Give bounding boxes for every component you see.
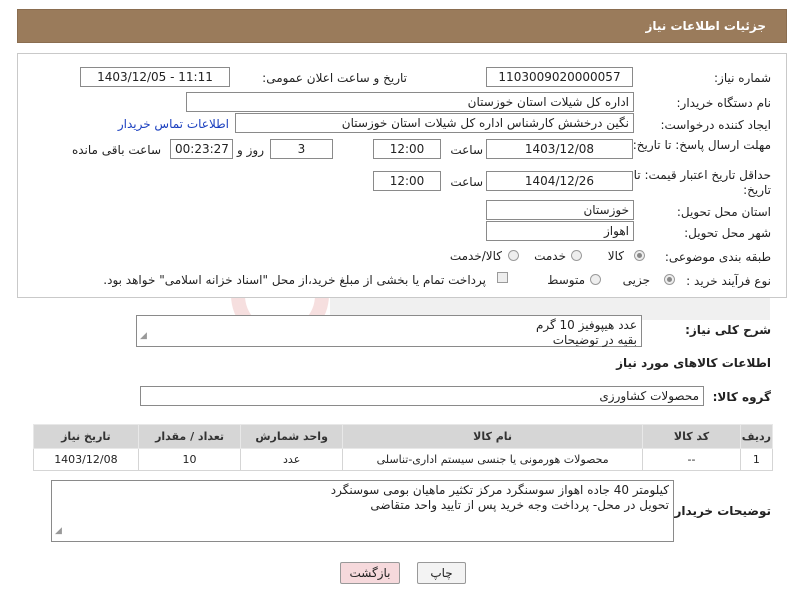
buyer-org-field: اداره کل شیلات استان خوزستان	[186, 92, 634, 112]
province-label: استان محل تحویل:	[676, 205, 771, 219]
days-label: روز و	[237, 143, 264, 157]
validity-date-field: 1404/12/26	[486, 171, 633, 191]
validity-hour-label: ساعت	[450, 175, 483, 189]
cell-row-number: 1	[739, 448, 774, 471]
city-label: شهر محل تحویل:	[684, 226, 771, 240]
cell-need-date: 1403/12/08	[33, 448, 139, 471]
print-button[interactable]: چاپ	[417, 562, 466, 584]
goods-section-title: اطلاعات کالاهای مورد نیاز	[616, 356, 771, 370]
announce-field: 1403/12/05 - 11:11	[80, 67, 230, 87]
creator-field: نگین درخشش کارشناس اداره کل شیلات استان …	[235, 113, 634, 133]
category-radio-service[interactable]	[571, 250, 582, 261]
process-radio-minor[interactable]	[664, 274, 675, 285]
resize-grip-icon[interactable]: ◢	[140, 329, 147, 344]
process-option-medium: متوسط	[547, 273, 585, 287]
province-field: خوزستان	[486, 200, 634, 220]
payment-note: پرداخت تمام یا بخشی از مبلغ خرید،از محل …	[103, 273, 486, 287]
remaining-label: ساعت باقی مانده	[71, 143, 161, 157]
page-header: جزئیات اطلاعات نیاز	[17, 9, 787, 43]
process-label: نوع فرآیند خرید :	[686, 274, 771, 288]
cell-item-code: --	[642, 448, 741, 471]
reply-date-field: 1403/12/08	[486, 139, 633, 159]
items-table: ردیف کد کالا نام کالا واحد شمارش تعداد /…	[33, 424, 774, 471]
reply-deadline-label: مهلت ارسال پاسخ: تا تاریخ:	[632, 138, 771, 152]
description-textarea[interactable]: عدد هیپوفیز 10 گرم بقیه در توضیحات ◢	[136, 315, 642, 347]
table-row[interactable]: 1 -- محصولات هورمونی یا جنسی سیستم اداری…	[33, 448, 774, 471]
validity-label: حداقل تاریخ اعتبار قیمت: تا تاریخ:	[633, 168, 771, 197]
contact-info-link[interactable]: اطلاعات تماس خریدار	[118, 117, 229, 131]
col-row-number: ردیف	[739, 424, 774, 449]
category-radio-both[interactable]	[508, 250, 519, 261]
description-line-2: بقیه در توضیحات	[552, 333, 637, 347]
goods-group-label: گروه کالا:	[712, 390, 771, 404]
validity-time-field: 12:00	[373, 171, 441, 191]
process-radio-medium[interactable]	[590, 274, 601, 285]
buyer-org-label: نام دستگاه خریدار:	[676, 96, 772, 110]
buyer-notes-label: توضیحات خریدار:	[669, 504, 771, 518]
col-need-date: تاریخ نیاز	[33, 424, 139, 449]
city-field: اهواز	[486, 221, 634, 241]
category-radio-goods[interactable]	[634, 250, 645, 261]
resize-grip-icon[interactable]: ◢	[55, 524, 62, 539]
cell-item-name: محصولات هورمونی یا جنسی سیستم اداری-تناس…	[341, 448, 644, 471]
category-option-service: خدمت	[534, 249, 566, 263]
need-number-field: 1103009020000057	[486, 67, 633, 87]
col-unit: واحد شمارش	[240, 424, 343, 449]
reply-hour-label: ساعت	[450, 143, 483, 157]
back-button[interactable]: بازگشت	[340, 562, 400, 584]
col-item-name: نام کالا	[341, 424, 644, 449]
remaining-time-field: 00:23:27	[170, 139, 233, 159]
table-header-row: ردیف کد کالا نام کالا واحد شمارش تعداد /…	[33, 424, 774, 449]
category-option-both: کالا/خدمت	[449, 249, 502, 263]
need-number-label: شماره نیاز:	[714, 71, 771, 85]
cell-quantity: 10	[137, 448, 242, 471]
description-label: شرح کلی نیاز:	[685, 323, 771, 337]
category-option-goods: کالا	[607, 249, 624, 263]
col-quantity: تعداد / مقدار	[137, 424, 242, 449]
process-option-minor: جزیی	[622, 273, 650, 287]
page-title: جزئیات اطلاعات نیاز	[645, 19, 766, 33]
reply-time-field: 12:00	[373, 139, 441, 159]
buyer-notes-line-2: تحویل در محل- پرداخت وجه خرید پس از تایی…	[370, 498, 669, 512]
buyer-notes-textarea[interactable]: کیلومتر 40 جاده اهواز سوسنگرد مرکز تکثیر…	[51, 480, 674, 542]
description-line-1: عدد هیپوفیز 10 گرم	[535, 318, 637, 332]
cell-unit: عدد	[240, 448, 343, 471]
col-item-code: کد کالا	[642, 424, 741, 449]
days-field: 3	[270, 139, 333, 159]
treasury-checkbox[interactable]	[497, 272, 508, 283]
announce-label: تاریخ و ساعت اعلان عمومی:	[262, 71, 407, 85]
buyer-notes-line-1: کیلومتر 40 جاده اهواز سوسنگرد مرکز تکثیر…	[330, 483, 669, 497]
goods-group-field: محصولات کشاورزی	[140, 386, 704, 406]
creator-label: ایجاد کننده درخواست:	[660, 118, 771, 132]
category-label: طبقه بندی موضوعی:	[664, 250, 771, 264]
